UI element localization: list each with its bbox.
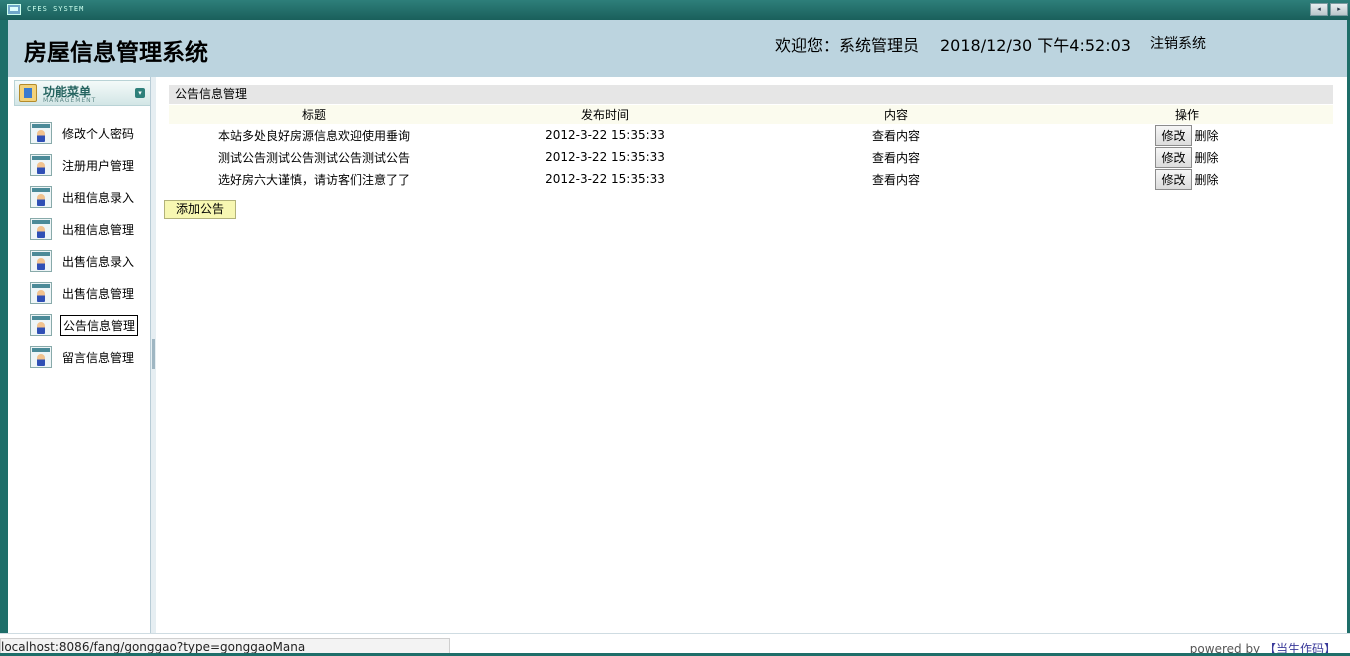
sidebar-item-label: 注册用户管理 [62, 158, 135, 173]
menu-icon [19, 84, 37, 102]
table-row: 选好房六大谨慎，请访客们注意了了 2012-3-22 15:35:33 查看内容… [169, 168, 1333, 190]
row-time: 2012-3-22 15:35:33 [545, 150, 665, 164]
delete-link[interactable]: 删除 [1195, 151, 1219, 165]
collapse-icon[interactable]: ▾ [135, 88, 145, 98]
edit-button[interactable]: 修改 [1155, 124, 1192, 146]
add-announcement-button[interactable]: 添加公告 [164, 200, 236, 219]
footer: localhost:8086/fang/gonggao?type=gonggao… [0, 633, 1350, 656]
row-actions: 修改 删除 [1041, 146, 1333, 168]
sidebar-item-label: 出售信息录入 [62, 254, 135, 269]
nav-prev-button[interactable]: ◂ [1310, 3, 1328, 16]
row-title: 选好房六大谨慎，请访客们注意了了 [217, 172, 410, 187]
menu-subtitle: MANAGEMENT [43, 97, 97, 104]
sidebar-item-label: 留言信息管理 [62, 350, 135, 365]
table-header-row: 标题 发布时间 内容 操作 [169, 105, 1333, 124]
sidebar-item-user-management[interactable]: 注册用户管理 [30, 153, 155, 177]
sidebar-inner: 功能菜单 MANAGEMENT ▾ 修改个人密码 注册用户管理 出租信息录入 出… [10, 77, 153, 633]
sidebar-item-sale-entry[interactable]: 出售信息录入 [30, 249, 155, 273]
delete-link[interactable]: 删除 [1195, 173, 1219, 187]
sidebar-item-label: 出售信息管理 [62, 286, 135, 301]
header: 房屋信息管理系统 欢迎您：系统管理员 2018/12/30 下午4:52:03 … [0, 20, 1350, 77]
panel-title: 公告信息管理 [169, 85, 1333, 104]
user-icon [30, 346, 52, 368]
user-icon [30, 154, 52, 176]
sidebar-item-label: 公告信息管理 [60, 314, 139, 336]
sidebar-item-label: 出租信息管理 [62, 222, 135, 237]
sidebar-item-announcement-management[interactable]: 公告信息管理 [30, 313, 155, 337]
column-header-time: 发布时间 [459, 105, 751, 124]
column-header-content: 内容 [751, 105, 1041, 124]
welcome-text: 欢迎您：系统管理员 [775, 36, 920, 55]
sidebar-item-sale-management[interactable]: 出售信息管理 [30, 281, 155, 305]
row-title: 测试公告测试公告测试公告测试公告 [217, 150, 410, 165]
sidebar-item-message-management[interactable]: 留言信息管理 [30, 345, 155, 369]
table-row: 测试公告测试公告测试公告测试公告 2012-3-22 15:35:33 查看内容… [169, 146, 1333, 168]
user-icon [30, 122, 52, 144]
system-label: CFES SYSTEM [27, 5, 85, 13]
splitter-grip[interactable] [152, 339, 155, 369]
current-datetime: 2018/12/30 下午4:52:03 [940, 36, 1131, 55]
column-header-actions: 操作 [1041, 105, 1333, 124]
row-time: 2012-3-22 15:35:33 [545, 172, 665, 186]
view-content-link[interactable]: 查看内容 [751, 146, 1041, 168]
row-time: 2012-3-22 15:35:33 [545, 128, 665, 142]
edit-button[interactable]: 修改 [1155, 168, 1192, 190]
user-icon [30, 250, 52, 272]
row-actions: 修改 删除 [1041, 168, 1333, 190]
user-icon [30, 186, 52, 208]
announcement-table: 标题 发布时间 内容 操作 本站多处良好房源信息欢迎使用垂询 2012-3-22… [169, 105, 1333, 190]
menu-header: 功能菜单 MANAGEMENT ▾ [14, 80, 151, 106]
edit-button[interactable]: 修改 [1155, 146, 1192, 168]
nav-next-button[interactable]: ▸ [1330, 3, 1348, 16]
logout-link[interactable]: 注销系统 [1150, 33, 1206, 53]
view-content-link[interactable]: 查看内容 [751, 124, 1041, 146]
sidebar-item-label: 修改个人密码 [62, 126, 135, 141]
system-icon [7, 4, 21, 15]
sidebar-item-label: 出租信息录入 [62, 190, 135, 205]
sidebar: 功能菜单 MANAGEMENT ▾ 修改个人密码 注册用户管理 出租信息录入 出… [0, 77, 156, 633]
table-row: 本站多处良好房源信息欢迎使用垂询 2012-3-22 15:35:33 查看内容… [169, 124, 1333, 146]
window-title-bar: CFES SYSTEM ◂ ▸ [0, 0, 1350, 20]
view-content-link[interactable]: 查看内容 [751, 168, 1041, 190]
user-icon [30, 314, 52, 336]
app-title: 房屋信息管理系统 [24, 40, 208, 66]
row-title: 本站多处良好房源信息欢迎使用垂询 [217, 128, 410, 143]
sidebar-item-change-password[interactable]: 修改个人密码 [30, 121, 155, 145]
sidebar-item-rent-entry[interactable]: 出租信息录入 [30, 185, 155, 209]
sidebar-item-rent-management[interactable]: 出租信息管理 [30, 217, 155, 241]
window-nav: ◂ ▸ [1310, 3, 1348, 16]
delete-link[interactable]: 删除 [1195, 129, 1219, 143]
user-icon [30, 282, 52, 304]
user-icon [30, 218, 52, 240]
column-header-title: 标题 [169, 105, 459, 124]
main-content: 公告信息管理 标题 发布时间 内容 操作 本站多处良好房源信息欢迎使用垂询 20… [156, 77, 1350, 633]
row-actions: 修改 删除 [1041, 124, 1333, 146]
